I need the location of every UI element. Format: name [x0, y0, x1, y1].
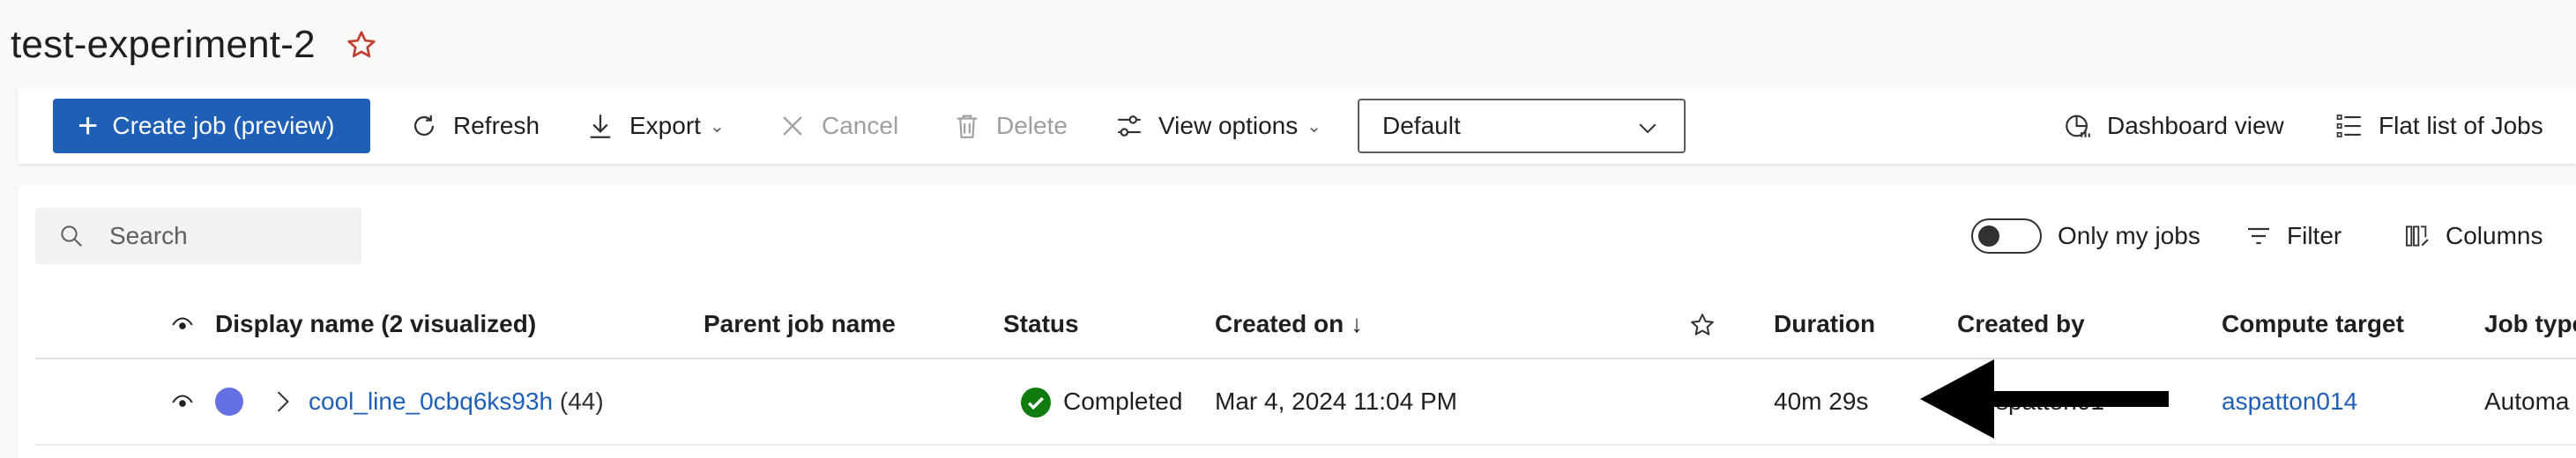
filter-label: Filter — [2287, 222, 2342, 249]
column-header-created-by[interactable]: Created by — [1957, 310, 2085, 338]
favorite-column-star-icon[interactable] — [1689, 312, 1716, 344]
delete-label: Delete — [996, 112, 1068, 139]
export-button[interactable]: Export ⌄ — [585, 99, 725, 153]
refresh-button[interactable]: Refresh — [409, 99, 540, 153]
search-placeholder: Search — [109, 222, 188, 249]
command-toolbar: + Create job (preview) Refresh Export ⌄ … — [18, 88, 2576, 164]
search-input[interactable]: Search — [35, 208, 361, 264]
plus-icon: + — [78, 107, 99, 145]
view-options-label: View options — [1158, 112, 1299, 139]
dashboard-icon — [2066, 114, 2090, 137]
refresh-label: Refresh — [453, 112, 540, 139]
child-count: (44) — [559, 388, 604, 415]
refresh-icon — [413, 114, 435, 137]
view-options-button[interactable]: View options ⌄ — [1114, 99, 1322, 153]
view-select-value: Default — [1382, 112, 1461, 139]
table-header: Display name (2 visualized) Parent job n… — [35, 291, 2576, 359]
column-header-display-name[interactable]: Display name (2 visualized) — [215, 310, 536, 338]
page-title: test-experiment-2 — [11, 23, 316, 66]
jobs-panel: Search Only my jobs Filter Columns Displ… — [18, 185, 2576, 458]
chevron-down-icon: ⌄ — [709, 116, 725, 137]
table-row[interactable]: cool_line_0cbq6ks93h (44) Completed Mar … — [35, 359, 2576, 446]
job-name-link[interactable]: cool_line_0cbq6ks93h — [309, 388, 553, 415]
duration-cell: 40m 29s — [1774, 388, 1869, 415]
toggle-knob — [1978, 225, 1999, 247]
annotation-arrow-icon — [1920, 359, 2169, 439]
only-my-jobs-toggle[interactable]: Only my jobs — [1971, 208, 2200, 264]
download-icon — [590, 114, 611, 138]
status-cell: Completed — [1063, 388, 1183, 415]
view-select-dropdown[interactable]: Default — [1358, 99, 1686, 153]
column-header-compute-target[interactable]: Compute target — [2222, 310, 2404, 338]
columns-button[interactable]: Columns — [2403, 208, 2542, 264]
job-name-cell: cool_line_0cbq6ks93h (44) — [309, 388, 604, 416]
page-header: test-experiment-2 — [11, 16, 377, 74]
columns-icon — [2406, 225, 2429, 247]
chevron-down-icon: ⌄ — [1307, 116, 1322, 137]
column-header-created-on[interactable]: Created on ↓ — [1215, 310, 1363, 338]
completed-status-icon — [1021, 388, 1051, 417]
column-header-job-type[interactable]: Job type — [2484, 310, 2576, 338]
flat-list-label: Flat list of Jobs — [2379, 112, 2543, 139]
created-on-cell: Mar 4, 2024 11:04 PM — [1215, 388, 1457, 415]
delete-button[interactable]: Delete — [952, 99, 1068, 153]
trash-icon — [957, 114, 978, 138]
cancel-button[interactable]: Cancel — [778, 99, 898, 153]
compute-target-link[interactable]: aspatton014 — [2222, 388, 2357, 416]
filter-icon — [2248, 227, 2269, 245]
expand-chevron-icon[interactable] — [272, 386, 294, 424]
column-header-duration[interactable]: Duration — [1774, 310, 1875, 338]
only-my-jobs-label: Only my jobs — [2058, 222, 2200, 249]
eye-icon[interactable] — [171, 314, 194, 343]
cancel-label: Cancel — [822, 112, 899, 139]
filter-button[interactable]: Filter — [2245, 208, 2341, 264]
column-header-parent-job[interactable]: Parent job name — [704, 310, 896, 338]
search-icon — [61, 225, 82, 247]
dashboard-view-label: Dashboard view — [2107, 112, 2284, 139]
favorite-star-icon[interactable] — [346, 29, 377, 61]
sliders-icon — [1118, 115, 1141, 137]
run-color-dot[interactable] — [215, 388, 243, 416]
create-job-label: Create job (preview) — [112, 112, 335, 139]
list-icon — [2336, 114, 2361, 137]
chevron-down-icon — [1639, 123, 1657, 134]
toggle-switch[interactable] — [1971, 218, 2042, 254]
flat-list-button[interactable]: Flat list of Jobs — [2334, 99, 2543, 153]
columns-label: Columns — [2446, 222, 2543, 249]
column-header-status[interactable]: Status — [1003, 310, 1079, 338]
create-job-button[interactable]: + Create job (preview) — [53, 99, 370, 153]
dashboard-view-button[interactable]: Dashboard view — [2063, 99, 2284, 153]
row-eye-icon[interactable] — [171, 391, 194, 420]
job-type-cell: Automa — [2484, 388, 2570, 415]
close-icon — [783, 116, 802, 136]
export-label: Export — [629, 112, 701, 139]
